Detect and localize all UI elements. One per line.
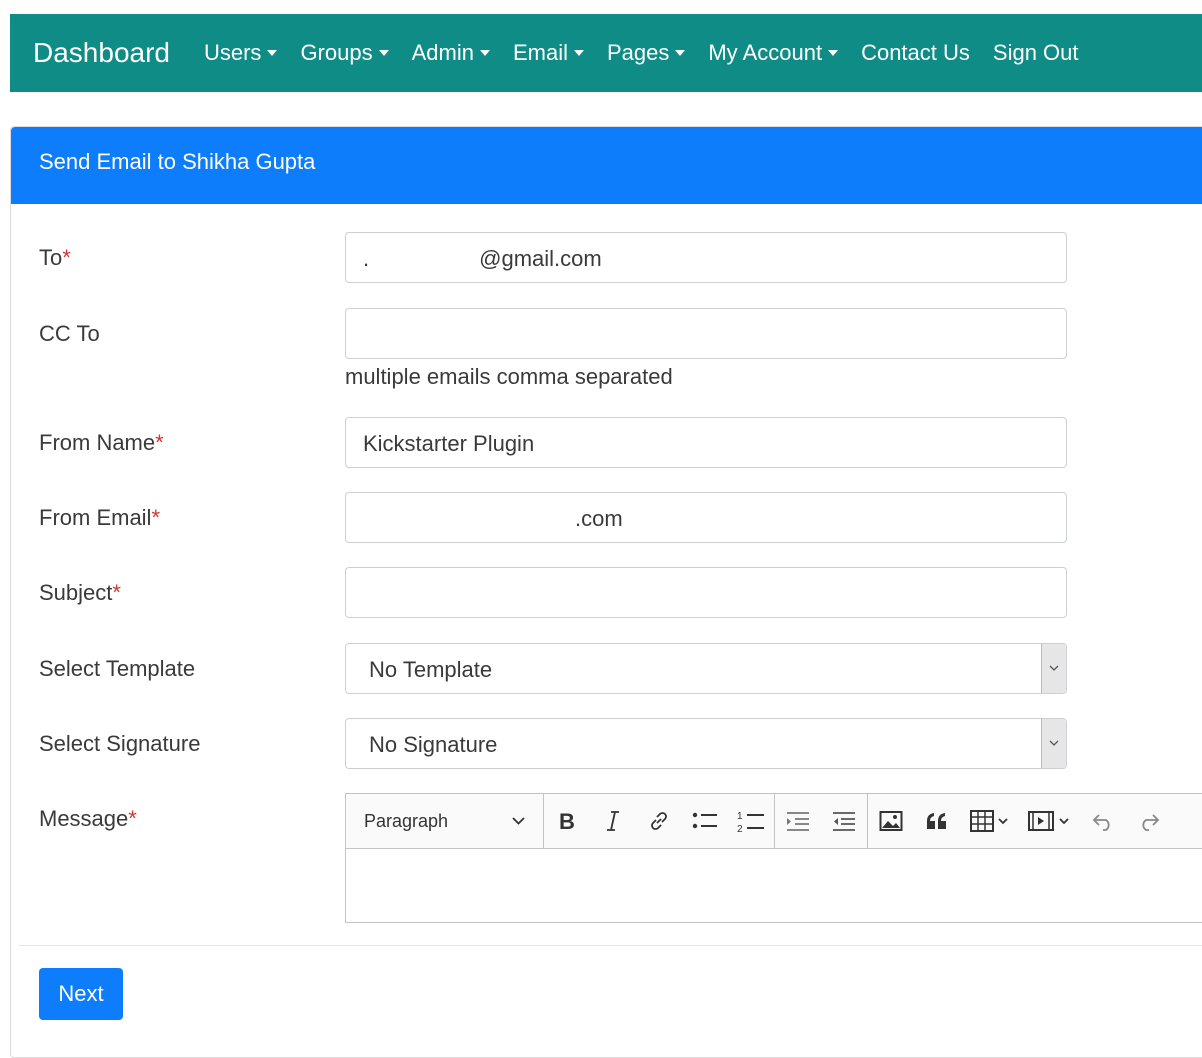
nav-contact-us[interactable]: Contact Us	[861, 40, 970, 66]
required-marker: *	[112, 580, 121, 605]
required-marker: *	[128, 806, 137, 831]
template-label: Select Template	[39, 656, 196, 681]
card-title: Send Email to Shikha Gupta	[11, 127, 1202, 204]
nav-admin-label: Admin	[411, 40, 474, 65]
template-select[interactable]: No Template	[345, 643, 1067, 694]
undo-icon[interactable]	[1080, 794, 1126, 848]
editor-content-area[interactable]	[346, 849, 1202, 922]
nav-users-label: Users	[203, 40, 262, 65]
dropdown-caret-icon	[479, 50, 490, 56]
from-email-label: From Email*	[39, 505, 160, 531]
to-field[interactable]: . @gmail.com	[345, 232, 1067, 283]
quote-icon[interactable]	[914, 794, 960, 848]
media-icon[interactable]	[1020, 794, 1080, 848]
rich-text-editor: Paragraph B 12	[345, 793, 1202, 923]
to-value-prefix: .	[363, 246, 370, 271]
editor-toolbar: Paragraph B 12	[346, 794, 1202, 849]
cc-help-text: multiple emails comma separated	[345, 364, 673, 389]
redo-icon[interactable]	[1126, 794, 1172, 848]
required-marker: *	[151, 505, 161, 530]
required-marker: *	[155, 430, 164, 455]
bulleted-list-icon[interactable]	[682, 794, 728, 848]
from-name-label-text: From Name	[39, 430, 156, 455]
form-divider	[19, 945, 1202, 946]
subject-label-text: Subject	[39, 580, 113, 605]
link-icon[interactable]	[636, 794, 682, 848]
nav-sign-out[interactable]: Sign Out	[993, 40, 1079, 66]
chevron-down-icon[interactable]	[1041, 719, 1066, 768]
indent-icon[interactable]	[821, 794, 867, 848]
to-value-suffix: @gmail.com	[479, 246, 602, 271]
nav-groups[interactable]: Groups	[300, 40, 389, 66]
signature-select[interactable]: No Signature	[345, 718, 1067, 769]
numbered-list-icon[interactable]: 12	[728, 794, 774, 848]
message-label-text: Message	[39, 806, 129, 831]
nav-my-account[interactable]: My Account	[708, 40, 839, 66]
from-name-label: From Name*	[39, 430, 164, 456]
signature-selected-value: No Signature	[369, 732, 498, 757]
from-email-label-text: From Email	[39, 505, 152, 530]
image-icon[interactable]	[868, 794, 914, 848]
heading-dropdown-label: Paragraph	[364, 810, 449, 831]
send-email-card: Send Email to Shikha Gupta To* . @gmail.c…	[10, 126, 1202, 1058]
nav-pages-label: Pages	[606, 40, 670, 65]
nav-my-account-label: My Account	[708, 40, 823, 65]
subject-label: Subject*	[39, 580, 121, 606]
dropdown-caret-icon	[675, 50, 686, 56]
nav-pages[interactable]: Pages	[606, 40, 686, 66]
message-label: Message*	[39, 806, 137, 832]
template-selected-value: No Template	[369, 657, 493, 682]
from-name-field[interactable]: Kickstarter Plugin	[345, 417, 1067, 468]
italic-icon[interactable]	[590, 794, 636, 848]
chevron-down-icon[interactable]	[1041, 644, 1066, 693]
dropdown-caret-icon	[267, 50, 278, 56]
svg-text:2: 2	[737, 824, 743, 833]
svg-text:B: B	[559, 811, 575, 831]
svg-text:1: 1	[737, 811, 743, 822]
dropdown-caret-icon	[828, 50, 839, 56]
outdent-icon[interactable]	[775, 794, 821, 848]
subject-field[interactable]	[345, 567, 1067, 618]
table-icon[interactable]	[960, 794, 1020, 848]
cc-field[interactable]	[345, 308, 1067, 359]
cc-label: CC To	[39, 321, 100, 346]
signature-label: Select Signature	[39, 731, 201, 756]
from-email-field[interactable]: .com	[345, 492, 1067, 543]
chevron-down-icon	[512, 817, 525, 825]
to-label: To*	[39, 245, 71, 271]
top-navbar: Dashboard Users Groups Admin Email Pages…	[10, 14, 1202, 92]
dropdown-caret-icon	[378, 50, 389, 56]
brand-link[interactable]: Dashboard	[33, 37, 170, 69]
next-button[interactable]: Next	[39, 968, 123, 1020]
required-marker: *	[62, 245, 71, 270]
to-label-text: To	[39, 245, 63, 270]
nav-admin[interactable]: Admin	[412, 40, 490, 66]
nav-groups-label: Groups	[300, 40, 373, 65]
bold-icon[interactable]: B	[544, 794, 590, 848]
dropdown-caret-icon	[573, 50, 584, 56]
nav-email[interactable]: Email	[513, 40, 584, 66]
nav-email-label: Email	[512, 40, 568, 65]
heading-dropdown[interactable]: Paragraph	[346, 794, 544, 848]
nav-users[interactable]: Users	[203, 40, 278, 66]
